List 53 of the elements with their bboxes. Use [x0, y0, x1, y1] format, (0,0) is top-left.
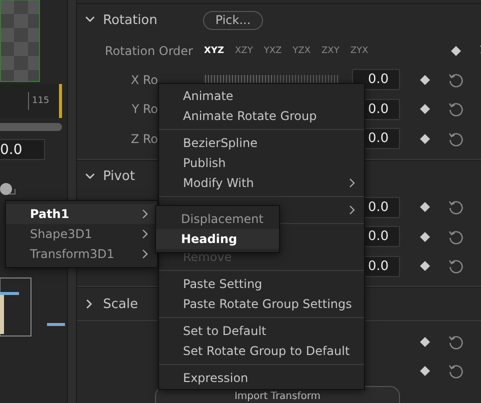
- reset-icon[interactable]: [448, 101, 464, 118]
- menu-item[interactable]: Paste Rotate Group Settings: [159, 294, 364, 314]
- keyframe-diamond-icon[interactable]: [420, 232, 430, 242]
- parameter-label: Y Ro: [130, 102, 158, 116]
- chevron-right-icon[interactable]: [348, 205, 356, 215]
- value-field[interactable]: 0.0: [352, 69, 400, 90]
- section-title: Pivot: [103, 169, 135, 184]
- menu-item[interactable]: Displacement: [156, 209, 279, 229]
- reset-icon[interactable]: [448, 258, 464, 274]
- chevron-right-icon: [348, 178, 356, 188]
- keyframe-diamond-icon[interactable]: [451, 46, 462, 56]
- rotation-order-option[interactable]: YZX: [292, 46, 311, 56]
- parameter-label: Rotation Order: [104, 44, 193, 58]
- keyframe-diamond-icon[interactable]: [420, 366, 430, 376]
- keyframe-diamond-icon[interactable]: [420, 134, 430, 144]
- menu-item[interactable]: Publish: [159, 153, 364, 173]
- menu-item[interactable]: Shape3D1: [6, 224, 157, 244]
- menu-item[interactable]: Transform3D1: [6, 244, 157, 264]
- reset-icon[interactable]: [448, 199, 464, 216]
- rotation-order-option[interactable]: XYZ: [204, 46, 224, 56]
- rotation-order-option[interactable]: ZYX: [350, 46, 368, 56]
- section-title: Scale: [103, 296, 138, 312]
- chevron-down-icon[interactable]: [85, 172, 95, 182]
- reset-icon[interactable]: [448, 72, 464, 88]
- keyframe-diamond-icon[interactable]: [420, 104, 430, 114]
- section-title: Rotation: [103, 12, 158, 28]
- rotation-order-option[interactable]: XZY: [234, 46, 253, 56]
- rotation-order-option[interactable]: YXZ: [264, 46, 282, 56]
- slider[interactable]: [203, 74, 340, 85]
- reset-icon[interactable]: [448, 228, 464, 245]
- keyframe-diamond-icon[interactable]: [420, 202, 430, 212]
- scrollbar[interactable]: [0, 123, 62, 131]
- menu-item[interactable]: Heading: [156, 229, 279, 249]
- reset-icon[interactable]: [448, 334, 464, 350]
- reset-icon[interactable]: [448, 363, 464, 380]
- menu-item[interactable]: Modify With: [159, 173, 364, 193]
- keyframe-diamond-icon[interactable]: [420, 74, 430, 85]
- keyframe-diamond-icon[interactable]: [420, 261, 430, 272]
- menu-item[interactable]: Expression: [159, 368, 364, 388]
- keyframe-diamond-icon[interactable]: [420, 336, 430, 347]
- menu-item[interactable]: Path1: [6, 204, 157, 224]
- value-field[interactable]: 0.0: [0, 139, 45, 160]
- pick-button[interactable]: Pick...: [203, 10, 263, 30]
- connection-line: [47, 323, 65, 326]
- rotation-order-option[interactable]: ZXY: [322, 46, 340, 56]
- parameter-label: Z Ro: [130, 132, 158, 146]
- reset-icon[interactable]: [448, 130, 464, 147]
- frame-number: 115: [32, 96, 50, 106]
- menu-item[interactable]: Set Rotate Group to Default: [159, 341, 364, 361]
- parameter-label: X Ro: [130, 72, 158, 87]
- menu-item[interactable]: Set to Default: [159, 321, 364, 341]
- menu-item[interactable]: Paste Setting: [159, 274, 364, 294]
- sphere-icon[interactable]: [0, 182, 16, 196]
